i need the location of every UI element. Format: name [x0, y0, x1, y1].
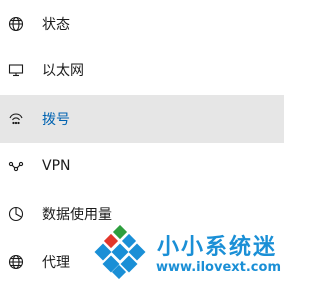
- watermark: 小小系统迷 www.ilovext.com: [92, 222, 284, 282]
- dialup-icon: [8, 111, 24, 127]
- ethernet-monitor-icon: [8, 62, 24, 78]
- nav-label-vpn: VPN: [42, 158, 71, 174]
- nav-item-ethernet[interactable]: 以太网: [0, 46, 284, 94]
- nav-item-dialup[interactable]: 拨号: [0, 95, 284, 143]
- network-settings-nav: 状态 以太网 拨号 VPN 数据使用量 代理 小小系统迷 www.ilovext…: [0, 0, 284, 282]
- nav-item-vpn[interactable]: VPN: [0, 142, 284, 190]
- data-usage-pie-icon: [8, 206, 24, 222]
- nav-item-status[interactable]: 状态: [0, 0, 284, 48]
- nav-label-ethernet: 以太网: [42, 63, 84, 79]
- globe-status-icon: [8, 16, 24, 32]
- watermark-url: www.ilovext.com: [156, 260, 281, 275]
- vpn-icon: [8, 158, 24, 174]
- nav-label-dialup: 拨号: [42, 112, 70, 128]
- watermark-logo-icon: [92, 225, 150, 279]
- globe-proxy-icon: [8, 254, 24, 270]
- nav-label-proxy: 代理: [42, 255, 70, 271]
- nav-label-status: 状态: [42, 17, 70, 33]
- watermark-title: 小小系统迷: [157, 235, 278, 260]
- nav-label-data-usage: 数据使用量: [42, 207, 112, 223]
